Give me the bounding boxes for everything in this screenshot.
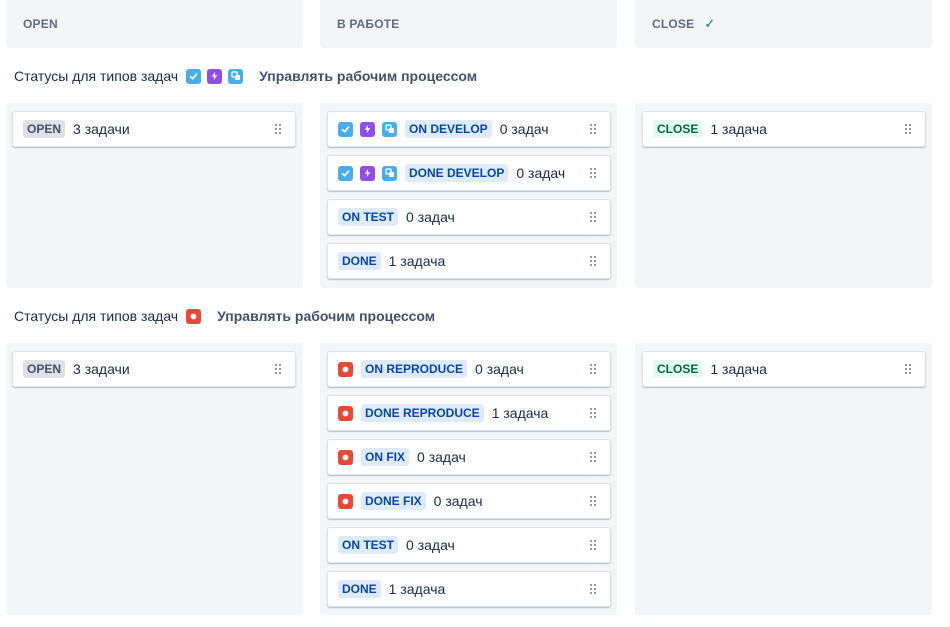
status-card[interactable]: OPEN 3 задачи	[12, 351, 296, 387]
epic-icon	[360, 165, 375, 181]
drag-handle-icon[interactable]	[590, 496, 596, 506]
subtask-icon	[382, 165, 397, 181]
status-lozenge: CLOSE	[653, 360, 703, 378]
status-lozenge: CLOSE	[653, 120, 703, 138]
bug-icon	[338, 493, 353, 509]
drag-handle-icon[interactable]	[905, 364, 911, 374]
issue-count: 0 задач	[475, 361, 524, 377]
manage-workflow-link[interactable]: Управлять рабочим процессом	[217, 308, 435, 324]
issue-type-icons	[186, 308, 202, 324]
status-card[interactable]: DONE FIX 0 задач	[327, 483, 611, 519]
status-lozenge: DONE DEVELOP	[405, 164, 509, 182]
status-card[interactable]: DONE DEVELOP 0 задач	[327, 155, 611, 191]
issue-count: 3 задачи	[73, 361, 130, 377]
drag-handle-icon[interactable]	[590, 408, 596, 418]
drag-handle-icon[interactable]	[275, 364, 281, 374]
issue-count: 0 задач	[433, 493, 483, 509]
group-label: Статусы для типов задач Управлять рабочи…	[14, 306, 435, 326]
bug-icon	[186, 308, 202, 324]
issue-count: 0 задач	[417, 449, 466, 465]
issue-count: 1 задача	[710, 121, 767, 137]
group-label-text: Статусы для типов задач	[14, 308, 179, 324]
issue-count: 1 задача	[491, 405, 549, 421]
drag-handle-icon[interactable]	[275, 124, 281, 134]
bug-icon	[338, 405, 353, 421]
bug-icon	[338, 361, 353, 377]
issue-count: 0 задач	[516, 165, 566, 181]
status-card[interactable]: ON TEST 0 задач	[327, 199, 611, 235]
drag-handle-icon[interactable]	[905, 124, 911, 134]
status-card[interactable]: DONE 1 задача	[327, 243, 611, 279]
status-lozenge: DONE	[338, 580, 381, 598]
issue-type-icons	[338, 121, 397, 137]
group-label: Статусы для типов задач Управлять рабочи…	[14, 66, 477, 86]
column-header-close: CLOSE ✓	[635, 0, 932, 48]
status-card[interactable]: ON TEST 0 задач	[327, 527, 611, 563]
issue-type-icons	[186, 68, 244, 84]
issue-type-icons	[338, 449, 353, 465]
status-lozenge: DONE REPRODUCE	[361, 404, 484, 422]
drag-handle-icon[interactable]	[590, 168, 596, 178]
column-title: В РАБОТЕ	[337, 17, 400, 31]
status-lozenge: ON TEST	[338, 536, 399, 554]
subtask-icon	[228, 68, 244, 84]
bug-icon	[338, 449, 353, 465]
status-card[interactable]: OPEN 3 задачи	[12, 111, 296, 147]
status-lozenge: ON TEST	[338, 208, 399, 226]
status-card[interactable]: CLOSE 1 задача	[642, 111, 926, 147]
task-icon	[338, 165, 353, 181]
status-lozenge: ON DEVELOP	[405, 120, 492, 138]
status-lozenge: OPEN	[23, 360, 66, 378]
issue-count: 0 задач	[406, 537, 455, 553]
issue-count: 1 задача	[710, 361, 767, 377]
subtask-icon	[382, 121, 397, 137]
issue-count: 0 задач	[406, 209, 455, 225]
drag-handle-icon[interactable]	[590, 364, 596, 374]
issue-count: 3 задачи	[73, 121, 130, 137]
drag-handle-icon[interactable]	[590, 124, 596, 134]
status-card[interactable]: CLOSE 1 задача	[642, 351, 926, 387]
issue-type-icons	[338, 405, 353, 421]
column-header-in-progress: В РАБОТЕ	[320, 0, 617, 48]
issue-count: 0 задач	[499, 121, 549, 137]
task-icon	[338, 121, 353, 137]
drag-handle-icon[interactable]	[590, 212, 596, 222]
manage-workflow-link[interactable]: Управлять рабочим процессом	[259, 68, 477, 84]
drag-handle-icon[interactable]	[590, 256, 596, 266]
status-card[interactable]: ON REPRODUCE 0 задач	[327, 351, 611, 387]
status-card[interactable]: ON FIX 0 задач	[327, 439, 611, 475]
issue-type-icons	[338, 493, 353, 509]
drag-handle-icon[interactable]	[590, 452, 596, 462]
status-lozenge: DONE FIX	[361, 492, 426, 510]
issue-type-icons	[338, 165, 397, 181]
column-header-open: OPEN	[6, 0, 303, 48]
drag-handle-icon[interactable]	[590, 540, 596, 550]
checkmark-icon: ✓	[704, 16, 716, 31]
issue-count: 1 задача	[388, 581, 446, 597]
status-card[interactable]: DONE 1 задача	[327, 571, 611, 607]
status-card[interactable]: ON DEVELOP 0 задач	[327, 111, 611, 147]
group-label-text: Статусы для типов задач	[14, 68, 179, 84]
status-lozenge: DONE	[338, 252, 381, 270]
epic-icon	[207, 68, 223, 84]
drag-handle-icon[interactable]	[590, 584, 596, 594]
status-lozenge: OPEN	[23, 120, 66, 138]
column-title: CLOSE	[652, 17, 695, 31]
issue-count: 1 задача	[388, 253, 446, 269]
column-title: OPEN	[23, 17, 58, 31]
status-lozenge: ON FIX	[361, 448, 410, 466]
task-icon	[186, 68, 202, 84]
status-card[interactable]: DONE REPRODUCE 1 задача	[327, 395, 611, 431]
status-lozenge: ON REPRODUCE	[361, 360, 468, 378]
epic-icon	[360, 121, 375, 137]
issue-type-icons	[338, 361, 353, 377]
